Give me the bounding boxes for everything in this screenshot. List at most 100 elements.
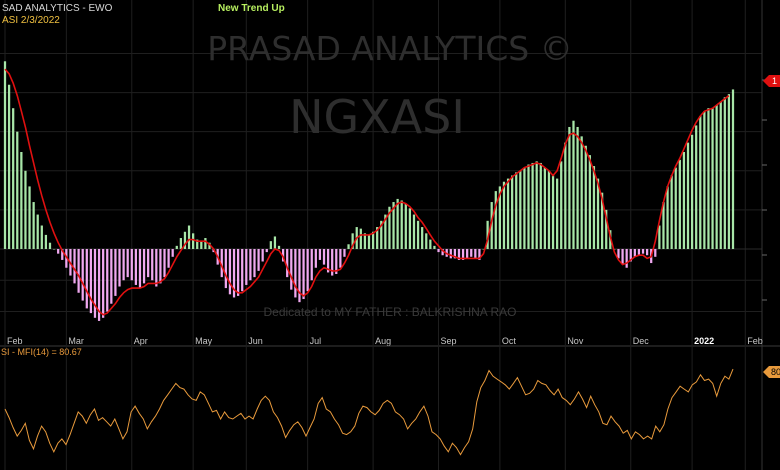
ewo-bar [179, 238, 182, 249]
ewo-bar [429, 239, 432, 249]
ewo-bar [421, 227, 424, 249]
ewo-bar [645, 248, 649, 256]
ewo-bar [159, 248, 162, 284]
ewo-bar [727, 94, 731, 249]
x-tick-label: Aug [375, 336, 391, 346]
ewo-bar [515, 172, 518, 249]
ewo-bar [81, 248, 84, 301]
ewo-bar [527, 164, 530, 249]
ewo-bar [506, 178, 510, 249]
ewo-bar [142, 248, 146, 284]
ewo-bar [502, 181, 506, 249]
ewo-bar [134, 248, 138, 285]
ewo-bar [24, 170, 27, 249]
trend-signal: New Trend Up [218, 3, 285, 14]
ewo-bar [408, 208, 412, 249]
chart-canvas: PRASAD ANALYTICS © NGXASI Dedicated to M… [0, 0, 780, 470]
ewo-bar [200, 241, 203, 249]
ewo-bar [28, 186, 31, 249]
ewo-bar [171, 248, 174, 257]
ewo-bar [416, 220, 420, 249]
ewo-bar [269, 241, 272, 249]
ewo-bar [703, 111, 706, 249]
ewo-bar [686, 142, 690, 249]
ewo-bar [73, 248, 76, 284]
ewo-bar [126, 248, 129, 278]
ewo-bar [400, 200, 403, 249]
ewo-bar [551, 175, 555, 249]
ewo-bar [310, 248, 313, 281]
ewo-bar [85, 248, 88, 309]
ewo-bar [20, 152, 23, 249]
symbol-date: ASI 2/3/2022 [2, 15, 60, 26]
ewo-bar [245, 248, 248, 285]
ewo-bar [449, 248, 452, 259]
ewo-bar [306, 248, 309, 292]
ewo-bar [302, 248, 305, 300]
x-tick-label: Feb [7, 336, 23, 346]
ewo-bar [494, 191, 497, 249]
ewo-bar [265, 248, 268, 253]
indicator-label: SI - MFI(14) = 80.67 [1, 347, 82, 357]
x-tick-label: Oct [502, 336, 517, 346]
watermark-dedication: Dedicated to MY FATHER : BALKRISHNA RAO [264, 305, 517, 319]
ewo-bar [367, 234, 371, 249]
ewo-bar [625, 248, 628, 268]
ewo-bar [343, 248, 346, 257]
ewo-bar [719, 101, 722, 249]
ewo-bar [396, 198, 399, 249]
x-tick-label: Jul [310, 336, 322, 346]
ewo-bar [290, 248, 293, 290]
x-tick-label: Nov [567, 336, 584, 346]
ewo-bar [36, 214, 39, 249]
ewo-bar [576, 126, 579, 249]
ewo-bar [347, 244, 350, 249]
ewo-bar [621, 248, 624, 265]
ewo-bar [314, 248, 317, 268]
ewo-bar [187, 225, 191, 249]
ewo-bar [106, 248, 109, 312]
ewo-bar [699, 116, 702, 249]
ewo-bar [32, 202, 35, 249]
ewo-bar [523, 167, 526, 249]
ewo-bar [89, 248, 93, 314]
ewo-bar [257, 248, 260, 271]
ewo-bar [682, 152, 686, 249]
ewo-bar [253, 248, 256, 278]
x-tick-label: Mar [68, 336, 84, 346]
ewo-bar [359, 228, 362, 249]
ewo-bar [466, 248, 469, 259]
ewo-bar [48, 242, 52, 249]
ewo-bar [241, 248, 244, 292]
ewo-bar [277, 245, 281, 249]
ewo-bar [151, 248, 154, 281]
ewo-bar [584, 145, 587, 249]
ewo-bar [707, 108, 710, 249]
ewo-bar [122, 248, 125, 281]
ewo-bar [425, 233, 428, 249]
ewo-bar [236, 248, 240, 296]
ewo-bar [261, 248, 264, 262]
x-tick-label: Apr [134, 336, 148, 346]
chart-window: PRASAD ANALYTICS © NGXASI Dedicated to M… [0, 0, 780, 470]
ewo-bar [535, 161, 538, 249]
ewo-bar [531, 162, 534, 249]
ewo-bar [412, 214, 416, 249]
ewo-bar [637, 248, 641, 256]
ewo-bar [547, 170, 551, 249]
ewo-bar [204, 238, 207, 249]
ewo-bar [175, 245, 178, 249]
x-tick-label: Dec [633, 336, 650, 346]
ewo-bar [433, 245, 436, 249]
ewo-bar [16, 131, 19, 249]
ewo-bar [564, 142, 567, 249]
ewo-bar [519, 170, 522, 249]
ewo-bar [57, 248, 60, 254]
ewo-bar [511, 175, 514, 249]
ewo-bar [224, 248, 227, 289]
ewo-bar [7, 84, 11, 249]
ewo-bar [690, 134, 694, 249]
ewo-bar [155, 248, 158, 287]
x-tick-label: 2022 [694, 336, 714, 346]
ewo-bar [118, 248, 121, 287]
